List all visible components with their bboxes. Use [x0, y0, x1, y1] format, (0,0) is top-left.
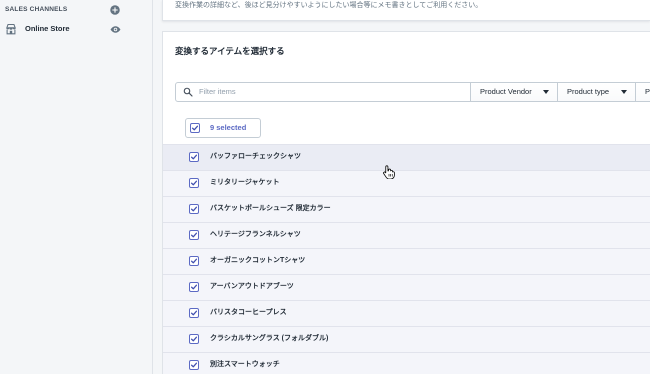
- eye-icon[interactable]: [110, 24, 121, 35]
- item-label: バリスタコーヒープレス: [210, 309, 287, 316]
- sidebar-item-online-store[interactable]: Online Store: [0, 20, 152, 38]
- checkmark-icon: [190, 258, 198, 264]
- filter-button-label: Product Vendor: [480, 87, 532, 96]
- select-all-checkbox[interactable]: [190, 123, 200, 133]
- filter-button-label: Product type: [567, 87, 610, 96]
- filter-items-input[interactable]: Filter items: [175, 82, 471, 102]
- list-item[interactable]: ミリタリージャケット: [163, 170, 650, 196]
- checkmark-icon: [190, 232, 198, 238]
- more-filter-button[interactable]: P: [636, 82, 650, 102]
- checkmark-icon: [191, 125, 199, 131]
- list-item[interactable]: 別注スマートウォッチ: [163, 352, 650, 374]
- item-checkbox[interactable]: [189, 282, 199, 292]
- notes-card: 変換作業の詳細など、後ほど見分けやすいようにしたい場合等にメモ書きとしてご利用く…: [162, 0, 650, 21]
- item-label: 別注スマートウォッチ: [210, 361, 280, 368]
- item-label: ミリタリージャケット: [210, 179, 280, 186]
- sidebar-item-label: Online Store: [25, 24, 70, 33]
- checkmark-icon: [190, 310, 198, 316]
- bulk-select-button[interactable]: 9 selected: [185, 118, 261, 138]
- item-checkbox[interactable]: [189, 308, 199, 318]
- store-icon: [5, 23, 17, 35]
- item-checkbox[interactable]: [189, 178, 199, 188]
- item-list: バッファローチェックシャツ ミリタリージャケット バスケットボールシューズ 限定…: [163, 144, 650, 374]
- item-checkbox[interactable]: [189, 360, 199, 370]
- item-label: クラシカルサングラス (フォルダブル): [210, 335, 329, 342]
- filter-placeholder: Filter items: [199, 87, 236, 96]
- hand-pointer-icon: [383, 165, 395, 179]
- item-label: アーバンアウトドアブーツ: [210, 283, 294, 290]
- selected-count-label: 9 selected: [210, 123, 247, 132]
- item-checkbox[interactable]: [189, 230, 199, 240]
- checkmark-icon: [190, 284, 198, 290]
- item-checkbox[interactable]: [189, 256, 199, 266]
- product-type-filter-button[interactable]: Product type: [558, 82, 636, 102]
- list-item[interactable]: アーバンアウトドアブーツ: [163, 274, 650, 300]
- plus-circle-icon[interactable]: [110, 5, 120, 15]
- item-label: バスケットボールシューズ 限定カラー: [210, 205, 331, 212]
- list-item[interactable]: クラシカルサングラス (フォルダブル): [163, 326, 650, 352]
- checkmark-icon: [190, 180, 198, 186]
- item-checkbox[interactable]: [189, 334, 199, 344]
- list-item[interactable]: バッファローチェックシャツ: [163, 144, 650, 170]
- item-label: ヘリテージフランネルシャツ: [210, 231, 301, 238]
- item-label: バッファローチェックシャツ: [210, 153, 301, 160]
- caret-down-icon: [621, 90, 627, 94]
- sidebar: SALES CHANNELS Online Store: [0, 0, 153, 374]
- checkmark-icon: [190, 336, 198, 342]
- item-label: オーガニックコットンTシャツ: [210, 257, 306, 264]
- search-icon: [183, 87, 193, 97]
- sales-channels-heading: SALES CHANNELS: [5, 6, 68, 13]
- list-item[interactable]: バリスタコーヒープレス: [163, 300, 650, 326]
- item-checkbox[interactable]: [189, 204, 199, 214]
- select-items-card: 変換するアイテムを選択する Filter items Product Vendo…: [162, 31, 650, 374]
- item-checkbox[interactable]: [189, 152, 199, 162]
- checkmark-icon: [190, 362, 198, 368]
- notes-help-text: 変換作業の詳細など、後ほど見分けやすいようにしたい場合等にメモ書きとしてご利用く…: [175, 2, 483, 9]
- checkmark-icon: [190, 154, 198, 160]
- caret-down-icon: [543, 90, 549, 94]
- list-item[interactable]: バスケットボールシューズ 限定カラー: [163, 196, 650, 222]
- list-item[interactable]: オーガニックコットンTシャツ: [163, 248, 650, 274]
- card-title: 変換するアイテムを選択する: [175, 46, 285, 56]
- checkmark-icon: [190, 206, 198, 212]
- product-vendor-filter-button[interactable]: Product Vendor: [471, 82, 558, 102]
- filter-button-label: P: [645, 87, 650, 96]
- list-item[interactable]: ヘリテージフランネルシャツ: [163, 222, 650, 248]
